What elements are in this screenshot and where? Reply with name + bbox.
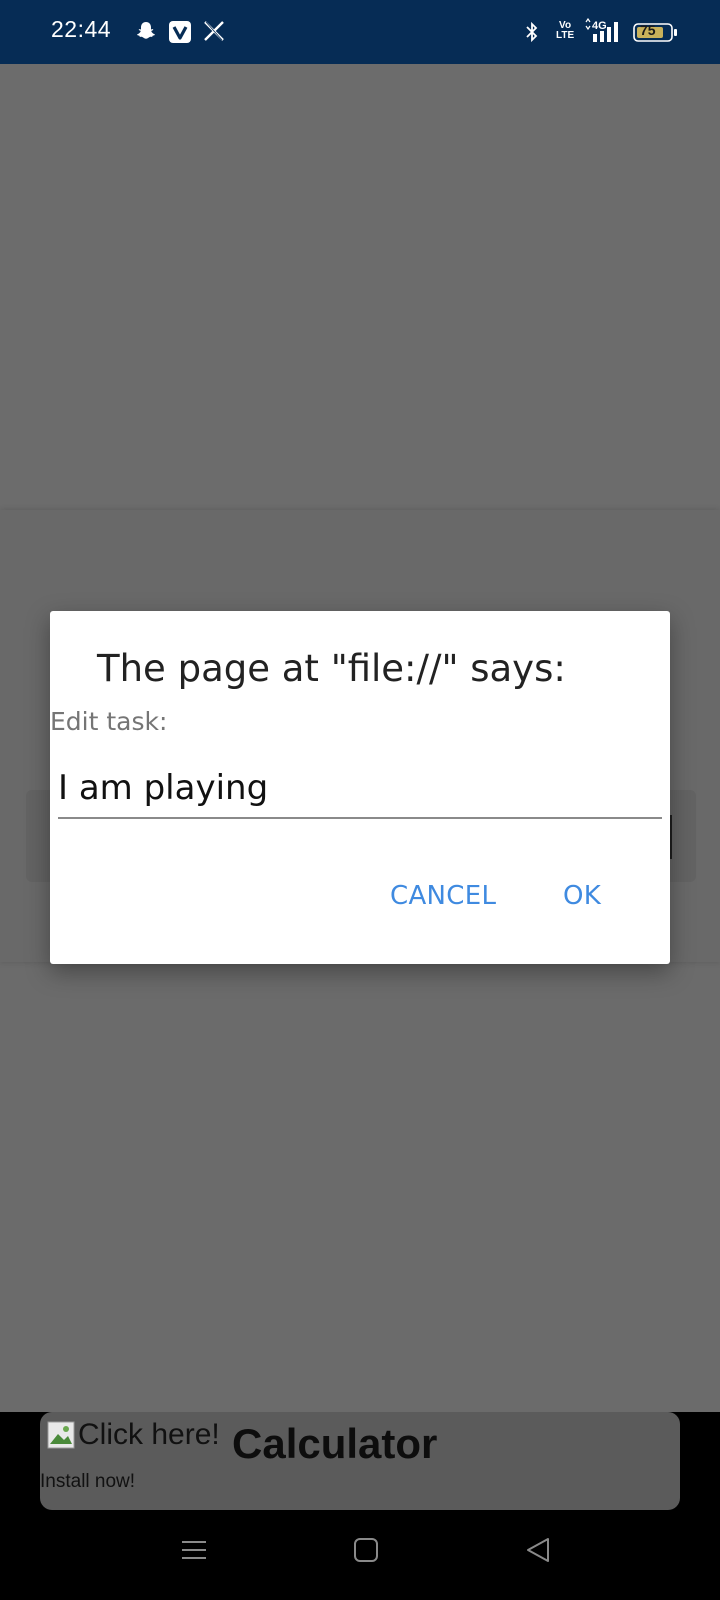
back-icon[interactable] [524,1536,552,1568]
navigation-bar [0,1510,720,1600]
ad-image-alt-text: Click here! [78,1418,220,1451]
ad-subtitle: Install now! [40,1471,136,1492]
home-icon[interactable] [352,1536,380,1568]
ok-button[interactable]: OK [563,881,601,911]
battery-level: 75 [640,22,656,38]
cancel-button[interactable]: CANCEL [390,881,496,911]
status-time: 22:44 [51,16,112,42]
x-icon [203,20,225,46]
dialog-message: Edit task: [50,707,168,736]
volte-indicator: Vo LTE [556,21,574,41]
background-page [0,64,720,510]
dialog-title: The page at "file://" says: [97,647,566,690]
edit-task-input[interactable] [58,763,662,819]
snapchat-icon [134,20,158,48]
bluetooth-icon [524,21,540,47]
ad-title: Calculator [232,1420,438,1467]
status-bar: 22:44 Vo LTE 4G 75 [0,0,720,64]
menu-icon[interactable] [180,1536,208,1568]
v-app-icon [168,20,192,48]
signal-icon: 4G [583,17,627,48]
svg-text:4G: 4G [592,20,607,32]
prompt-dialog: The page at "file://" says: Edit task: C… [50,611,670,964]
broken-image-icon [46,1420,76,1454]
volte-line-2: LTE [556,30,575,41]
